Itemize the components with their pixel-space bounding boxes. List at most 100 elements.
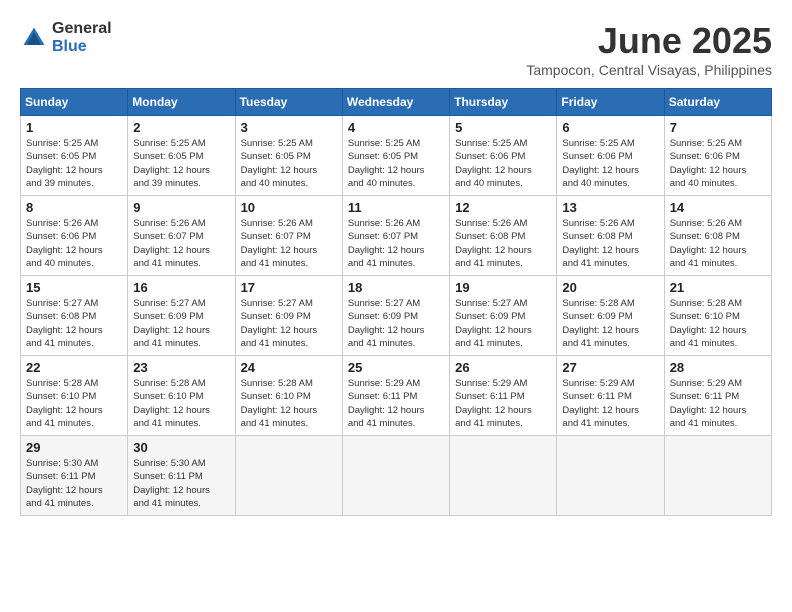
table-row: 15 Sunrise: 5:27 AM Sunset: 6:08 PM Dayli…	[21, 276, 128, 356]
day-info: Sunrise: 5:30 AM Sunset: 6:11 PM Dayligh…	[26, 457, 122, 510]
day-info: Sunrise: 5:27 AM Sunset: 6:09 PM Dayligh…	[133, 297, 229, 350]
day-number: 21	[670, 280, 766, 295]
day-number: 17	[241, 280, 337, 295]
table-row: 4Sunrise: 5:25 AM Sunset: 6:05 PM Daylig…	[342, 116, 449, 196]
day-number: 27	[562, 360, 658, 375]
table-row: 14 Sunrise: 5:26 AM Sunset: 6:08 PM Dayli…	[664, 196, 771, 276]
table-row: 5 Sunrise: 5:25 AM Sunset: 6:06 PM Daylig…	[450, 116, 557, 196]
day-info: Sunrise: 5:28 AM Sunset: 6:10 PM Dayligh…	[133, 377, 229, 430]
day-number: 7	[670, 120, 766, 135]
day-number: 23	[133, 360, 229, 375]
day-info: Sunrise: 5:28 AM Sunset: 6:09 PM Dayligh…	[562, 297, 658, 350]
day-info: Sunrise: 5:26 AM Sunset: 6:07 PM Dayligh…	[348, 217, 444, 270]
table-row: 11 Sunrise: 5:26 AM Sunset: 6:07 PM Dayli…	[342, 196, 449, 276]
day-info: Sunrise: 5:26 AM Sunset: 6:06 PM Dayligh…	[26, 217, 122, 270]
day-info: Sunrise: 5:25 AM Sunset: 6:05 PM Dayligh…	[241, 137, 337, 190]
table-row: 23 Sunrise: 5:28 AM Sunset: 6:10 PM Dayli…	[128, 356, 235, 436]
table-row: 17Sunrise: 5:27 AM Sunset: 6:09 PM Dayli…	[235, 276, 342, 356]
day-info: Sunrise: 5:29 AM Sunset: 6:11 PM Dayligh…	[670, 377, 766, 430]
day-number: 12	[455, 200, 551, 215]
header-sunday: Sunday	[21, 89, 128, 116]
day-number: 24	[241, 360, 337, 375]
day-info: Sunrise: 5:26 AM Sunset: 6:08 PM Dayligh…	[670, 217, 766, 270]
weekday-header-row: Sunday Monday Tuesday Wednesday Thursday…	[21, 89, 772, 116]
day-number: 18	[348, 280, 444, 295]
day-number: 28	[670, 360, 766, 375]
table-row: 27 Sunrise: 5:29 AM Sunset: 6:11 PM Dayli…	[557, 356, 664, 436]
day-number: 15	[26, 280, 122, 295]
day-number: 14	[670, 200, 766, 215]
header-tuesday: Tuesday	[235, 89, 342, 116]
day-info: Sunrise: 5:29 AM Sunset: 6:11 PM Dayligh…	[455, 377, 551, 430]
table-row: 24 Sunrise: 5:28 AM Sunset: 6:10 PM Dayli…	[235, 356, 342, 436]
table-row: 16 Sunrise: 5:27 AM Sunset: 6:09 PM Dayli…	[128, 276, 235, 356]
table-row: 29 Sunrise: 5:30 AM Sunset: 6:11 PM Dayli…	[21, 436, 128, 516]
day-number: 20	[562, 280, 658, 295]
calendar-week-row: 22 Sunrise: 5:28 AM Sunset: 6:10 PM Dayli…	[21, 356, 772, 436]
day-number: 2	[133, 120, 229, 135]
header-monday: Monday	[128, 89, 235, 116]
table-row: 26Sunrise: 5:29 AM Sunset: 6:11 PM Dayli…	[450, 356, 557, 436]
page-header: General Blue June 2025 Tampocon, Central…	[20, 20, 772, 78]
location-title: Tampocon, Central Visayas, Philippines	[526, 62, 772, 78]
day-info: Sunrise: 5:28 AM Sunset: 6:10 PM Dayligh…	[26, 377, 122, 430]
table-row: 3 Sunrise: 5:25 AM Sunset: 6:05 PM Daylig…	[235, 116, 342, 196]
day-info: Sunrise: 5:25 AM Sunset: 6:05 PM Dayligh…	[348, 137, 444, 190]
day-info: Sunrise: 5:25 AM Sunset: 6:05 PM Dayligh…	[133, 137, 229, 190]
day-info: Sunrise: 5:29 AM Sunset: 6:11 PM Dayligh…	[348, 377, 444, 430]
calendar-week-row: 8 Sunrise: 5:26 AM Sunset: 6:06 PM Daylig…	[21, 196, 772, 276]
day-number: 6	[562, 120, 658, 135]
header-saturday: Saturday	[664, 89, 771, 116]
day-number: 1	[26, 120, 122, 135]
table-row: 10 Sunrise: 5:26 AM Sunset: 6:07 PM Dayli…	[235, 196, 342, 276]
calendar-week-row: 1 Sunrise: 5:25 AM Sunset: 6:05 PM Daylig…	[21, 116, 772, 196]
calendar-table: Sunday Monday Tuesday Wednesday Thursday…	[20, 88, 772, 516]
day-number: 29	[26, 440, 122, 455]
day-number: 8	[26, 200, 122, 215]
table-row	[450, 436, 557, 516]
day-number: 10	[241, 200, 337, 215]
day-number: 11	[348, 200, 444, 215]
logo-text-general: General	[52, 20, 112, 37]
title-section: June 2025 Tampocon, Central Visayas, Phi…	[526, 20, 772, 78]
calendar-week-row: 29 Sunrise: 5:30 AM Sunset: 6:11 PM Dayli…	[21, 436, 772, 516]
table-row: 18 Sunrise: 5:27 AM Sunset: 6:09 PM Dayli…	[342, 276, 449, 356]
logo-text-blue: Blue	[52, 38, 87, 55]
table-row: 1 Sunrise: 5:25 AM Sunset: 6:05 PM Daylig…	[21, 116, 128, 196]
day-info: Sunrise: 5:26 AM Sunset: 6:07 PM Dayligh…	[133, 217, 229, 270]
day-info: Sunrise: 5:28 AM Sunset: 6:10 PM Dayligh…	[241, 377, 337, 430]
day-number: 5	[455, 120, 551, 135]
table-row: 21 Sunrise: 5:28 AM Sunset: 6:10 PM Dayli…	[664, 276, 771, 356]
day-number: 3	[241, 120, 337, 135]
day-info: Sunrise: 5:25 AM Sunset: 6:05 PM Dayligh…	[26, 137, 122, 190]
table-row	[664, 436, 771, 516]
day-number: 9	[133, 200, 229, 215]
day-info: Sunrise: 5:26 AM Sunset: 6:08 PM Dayligh…	[562, 217, 658, 270]
day-info: Sunrise: 5:25 AM Sunset: 6:06 PM Dayligh…	[670, 137, 766, 190]
header-wednesday: Wednesday	[342, 89, 449, 116]
day-number: 22	[26, 360, 122, 375]
day-info: Sunrise: 5:26 AM Sunset: 6:08 PM Dayligh…	[455, 217, 551, 270]
calendar-week-row: 15 Sunrise: 5:27 AM Sunset: 6:08 PM Dayli…	[21, 276, 772, 356]
day-info: Sunrise: 5:30 AM Sunset: 6:11 PM Dayligh…	[133, 457, 229, 510]
day-info: Sunrise: 5:27 AM Sunset: 6:09 PM Dayligh…	[455, 297, 551, 350]
day-number: 30	[133, 440, 229, 455]
day-info: Sunrise: 5:27 AM Sunset: 6:08 PM Dayligh…	[26, 297, 122, 350]
day-info: Sunrise: 5:28 AM Sunset: 6:10 PM Dayligh…	[670, 297, 766, 350]
table-row: 30 Sunrise: 5:30 AM Sunset: 6:11 PM Dayli…	[128, 436, 235, 516]
day-info: Sunrise: 5:27 AM Sunset: 6:09 PM Dayligh…	[348, 297, 444, 350]
table-row: 19 Sunrise: 5:27 AM Sunset: 6:09 PM Dayli…	[450, 276, 557, 356]
day-number: 25	[348, 360, 444, 375]
table-row: 7 Sunrise: 5:25 AM Sunset: 6:06 PM Daylig…	[664, 116, 771, 196]
table-row: 2 Sunrise: 5:25 AM Sunset: 6:05 PM Daylig…	[128, 116, 235, 196]
table-row	[557, 436, 664, 516]
day-info: Sunrise: 5:29 AM Sunset: 6:11 PM Dayligh…	[562, 377, 658, 430]
day-info: Sunrise: 5:25 AM Sunset: 6:06 PM Dayligh…	[455, 137, 551, 190]
day-info: Sunrise: 5:26 AM Sunset: 6:07 PM Dayligh…	[241, 217, 337, 270]
day-number: 19	[455, 280, 551, 295]
table-row: 9 Sunrise: 5:26 AM Sunset: 6:07 PM Daylig…	[128, 196, 235, 276]
day-number: 16	[133, 280, 229, 295]
header-thursday: Thursday	[450, 89, 557, 116]
table-row: 20 Sunrise: 5:28 AM Sunset: 6:09 PM Dayli…	[557, 276, 664, 356]
table-row: 25 Sunrise: 5:29 AM Sunset: 6:11 PM Dayli…	[342, 356, 449, 436]
